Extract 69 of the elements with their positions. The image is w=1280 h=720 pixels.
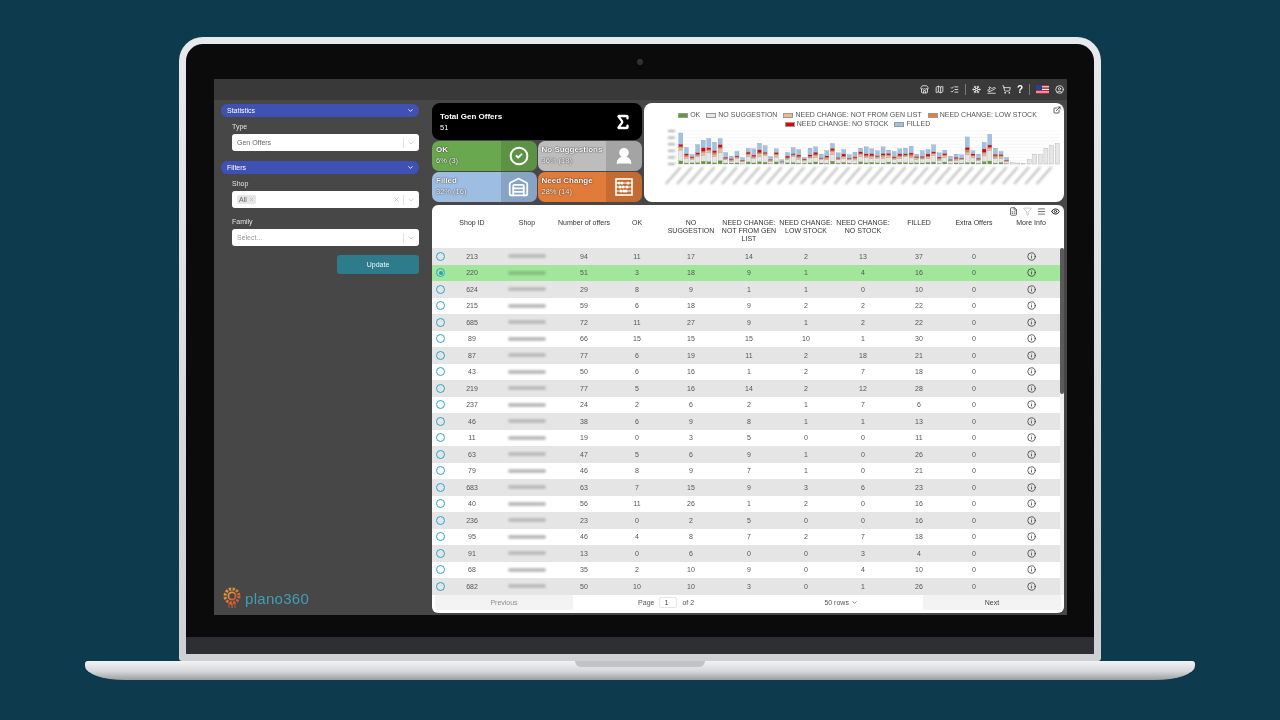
blurred-name: [508, 353, 546, 358]
blurred-name: [508, 254, 546, 259]
blurred-name: [508, 485, 546, 490]
eye-icon[interactable]: [1051, 206, 1060, 216]
sigma-icon: [614, 112, 632, 131]
blurred-name: [508, 452, 546, 457]
blurred-name: [508, 320, 546, 325]
blurred-name: [508, 419, 546, 424]
blurred-name: [508, 551, 546, 556]
info-icon[interactable]: [1026, 548, 1036, 558]
info-icon[interactable]: [1026, 532, 1036, 542]
camera-icon: [637, 59, 643, 65]
info-icon[interactable]: [1026, 383, 1036, 393]
blurred-name: [508, 270, 546, 275]
blurred-name: [508, 303, 546, 308]
brand-name: plano360: [245, 589, 310, 607]
info-icon[interactable]: [1026, 251, 1036, 261]
blurred-name: [508, 501, 546, 506]
blurred-name: [508, 584, 546, 589]
info-icon[interactable]: [1026, 367, 1036, 377]
warehouse-icon: [500, 172, 537, 202]
blurred-name: [508, 336, 546, 341]
blurred-name: [508, 402, 546, 407]
lines-icon[interactable]: [1037, 206, 1046, 216]
flag-icon[interactable]: [1036, 85, 1049, 94]
info-icon[interactable]: [1026, 581, 1036, 591]
info-icon[interactable]: [1026, 284, 1036, 294]
card-title: Need Change: [541, 176, 593, 186]
blurred-name: [508, 468, 546, 473]
info-icon[interactable]: [1026, 515, 1036, 525]
external-link-icon[interactable]: [1053, 106, 1061, 114]
card-title: Total Gen Offers: [440, 111, 503, 122]
cart-icon[interactable]: [1001, 85, 1011, 94]
chevron-down-icon: [850, 599, 858, 606]
checklist-icon[interactable]: [949, 85, 959, 94]
info-icon[interactable]: [1026, 400, 1036, 410]
blurred-name: [508, 435, 546, 440]
card-title: OK: [436, 145, 449, 155]
info-icon[interactable]: [1026, 416, 1036, 426]
info-icon[interactable]: [1026, 350, 1036, 360]
info-icon[interactable]: [1026, 482, 1036, 492]
info-icon[interactable]: [1026, 317, 1036, 327]
blurred-name: [508, 369, 546, 374]
person-icon: [606, 141, 642, 171]
scrollbar-thumb[interactable]: [1060, 248, 1064, 394]
help-button[interactable]: ?: [1016, 84, 1023, 95]
blurred-name: [508, 287, 546, 292]
blurred-name: [508, 518, 546, 523]
blurred-name: [508, 534, 546, 539]
info-icon[interactable]: [1026, 499, 1036, 509]
blurred-name: [508, 386, 546, 391]
info-icon[interactable]: [1026, 301, 1036, 311]
info-icon[interactable]: [1026, 433, 1036, 443]
card-title: Filled: [436, 176, 458, 186]
spreadsheet-icon[interactable]: [1009, 206, 1018, 216]
info-icon[interactable]: [1026, 449, 1036, 459]
gear-logo-icon: [221, 587, 243, 609]
card-title: No Suggestions: [541, 145, 603, 155]
snowflake-icon[interactable]: [971, 85, 981, 94]
user-icon[interactable]: [1055, 85, 1064, 94]
info-icon[interactable]: [1026, 334, 1036, 344]
info-icon[interactable]: [1026, 565, 1036, 575]
blurred-name: [508, 567, 546, 572]
abacus-icon: [606, 172, 642, 202]
info-icon[interactable]: [1026, 466, 1036, 476]
map-icon[interactable]: [934, 85, 944, 94]
store-icon[interactable]: [919, 85, 929, 94]
plane-icon[interactable]: [986, 85, 996, 94]
info-icon[interactable]: [1026, 268, 1036, 278]
